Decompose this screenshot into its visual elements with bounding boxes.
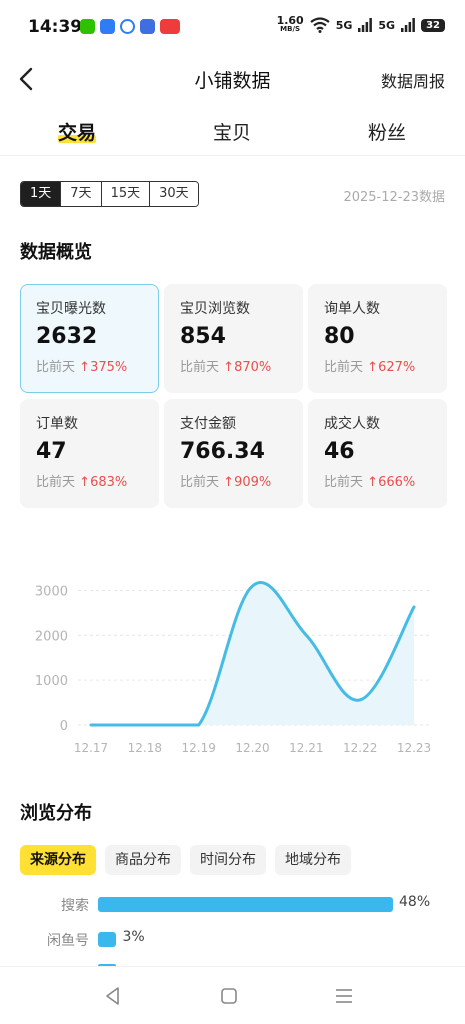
back-triangle-icon[interactable] <box>102 985 124 1007</box>
stat-card-buyers[interactable]: 成交人数 46 比前天 ↑666% <box>308 399 447 508</box>
range-30-days[interactable]: 30天 <box>150 182 198 206</box>
red-app-icon <box>160 19 180 34</box>
tab-trade[interactable]: 交易 <box>57 118 97 145</box>
y-tick-label: 1000 <box>35 674 68 689</box>
signal-icon-2 <box>401 18 415 32</box>
bar-label: 闲鱼号 <box>47 933 89 949</box>
globe-icon <box>140 19 155 34</box>
x-tick-label: 12.21 <box>289 741 323 755</box>
x-tick-label: 12.20 <box>235 741 269 755</box>
range-7-days[interactable]: 7天 <box>61 182 102 206</box>
stat-label: 宝贝曝光数 <box>36 301 106 317</box>
stat-delta: 比前天 ↑375% <box>36 360 128 375</box>
signal-label-2: 5G <box>378 18 396 32</box>
signal-label-1: 5G <box>335 18 353 32</box>
weekly-report-link[interactable]: 数据周报 <box>381 68 445 92</box>
menu-lines-icon[interactable] <box>333 985 355 1007</box>
stat-value: 766.34 <box>180 439 265 464</box>
bar-fill <box>98 897 393 912</box>
net-speed: 1.60 MB/S <box>276 14 304 33</box>
bar-percentage: 3% <box>122 929 145 945</box>
stat-card-orders[interactable]: 订单数 47 比前天 ↑683% <box>20 399 159 508</box>
x-tick-label: 12.23 <box>397 741 431 755</box>
y-tick-label: 0 <box>60 719 68 734</box>
stat-delta: 比前天 ↑909% <box>180 475 272 490</box>
stat-label: 宝贝浏览数 <box>180 301 250 317</box>
cloud-icon <box>120 19 135 34</box>
stat-delta: 比前天 ↑683% <box>36 475 128 490</box>
stat-value: 2632 <box>36 324 98 349</box>
status-indicators: 1.60 MB/S 5G 5G 32 <box>276 14 445 34</box>
status-time: 14:39 <box>28 17 83 37</box>
stat-label: 询单人数 <box>324 301 380 317</box>
x-tick-label: 12.17 <box>74 741 108 755</box>
home-square-icon[interactable] <box>218 985 240 1007</box>
distribution-bar-row: 搜索 48% <box>0 893 465 915</box>
stat-card-views[interactable]: 宝贝浏览数 854 比前天 ↑870% <box>164 284 303 393</box>
data-date-label: 2025-12-23数据 <box>343 190 445 205</box>
stat-value: 47 <box>36 439 67 464</box>
stat-value: 854 <box>180 324 226 349</box>
up-arrow-icon: ↑ <box>367 475 379 490</box>
stat-card-payment[interactable]: 支付金额 766.34 比前天 ↑909% <box>164 399 303 508</box>
wechat-icon <box>80 19 95 34</box>
app-icon <box>100 19 115 34</box>
tab-items[interactable]: 宝贝 <box>213 118 251 145</box>
stat-label: 订单数 <box>36 416 78 432</box>
stat-delta: 比前天 ↑627% <box>324 360 416 375</box>
x-tick-label: 12.22 <box>343 741 377 755</box>
status-bar: 14:39 1.60 MB/S 5G 5G 32 <box>0 0 465 56</box>
signal-icon-1 <box>358 18 373 32</box>
up-arrow-icon: ↑ <box>223 360 235 375</box>
stat-label: 支付金额 <box>180 416 236 432</box>
distribution-tabs: 来源分布 商品分布 时间分布 地域分布 <box>20 845 351 875</box>
stat-card-inquiries[interactable]: 询单人数 80 比前天 ↑627% <box>308 284 447 393</box>
main-tabs: 交易 宝贝 粉丝 <box>0 110 465 156</box>
x-tick-label: 12.18 <box>128 741 162 755</box>
bar-percentage: 48% <box>399 894 431 910</box>
wifi-icon <box>310 17 330 33</box>
overview-title: 数据概览 <box>20 242 92 263</box>
stat-delta: 比前天 ↑666% <box>324 475 416 490</box>
status-app-icons <box>80 19 180 34</box>
bar-fill <box>98 932 117 947</box>
distribution-title: 浏览分布 <box>20 803 92 824</box>
up-arrow-icon: ↑ <box>79 360 91 375</box>
x-tick-label: 12.19 <box>181 741 215 755</box>
y-tick-label: 3000 <box>35 584 68 599</box>
stat-label: 成交人数 <box>324 416 380 432</box>
stat-card-exposure[interactable]: 宝贝曝光数 2632 比前天 ↑375% <box>20 284 159 393</box>
y-tick-label: 2000 <box>35 629 68 644</box>
tab-fans[interactable]: 粉丝 <box>368 118 406 145</box>
stat-value: 46 <box>324 439 355 464</box>
up-arrow-icon: ↑ <box>223 475 235 490</box>
date-range-selector: 1天 7天 15天 30天 <box>20 181 199 207</box>
stat-value: 80 <box>324 324 355 349</box>
up-arrow-icon: ↑ <box>79 475 91 490</box>
tab-region-distribution[interactable]: 地域分布 <box>275 845 351 875</box>
series-area <box>91 582 414 725</box>
tab-source-distribution[interactable]: 来源分布 <box>20 845 96 875</box>
tab-time-distribution[interactable]: 时间分布 <box>190 845 266 875</box>
up-arrow-icon: ↑ <box>367 360 379 375</box>
trend-chart: 0 1000 2000 3000 12.17 12.18 12.19 12.20 12.21 12… <box>35 581 431 755</box>
bar-label: 搜索 <box>61 898 89 914</box>
battery-icon: 32 <box>421 18 445 32</box>
nav-header: 小铺数据 数据周报 <box>0 56 465 102</box>
system-nav-bar <box>0 966 465 1024</box>
distribution-bar-row: 闲鱼号 3% <box>0 928 465 950</box>
range-15-days[interactable]: 15天 <box>101 182 151 206</box>
range-1-day[interactable]: 1天 <box>21 182 62 206</box>
stat-delta: 比前天 ↑870% <box>180 360 272 375</box>
tab-product-distribution[interactable]: 商品分布 <box>105 845 181 875</box>
